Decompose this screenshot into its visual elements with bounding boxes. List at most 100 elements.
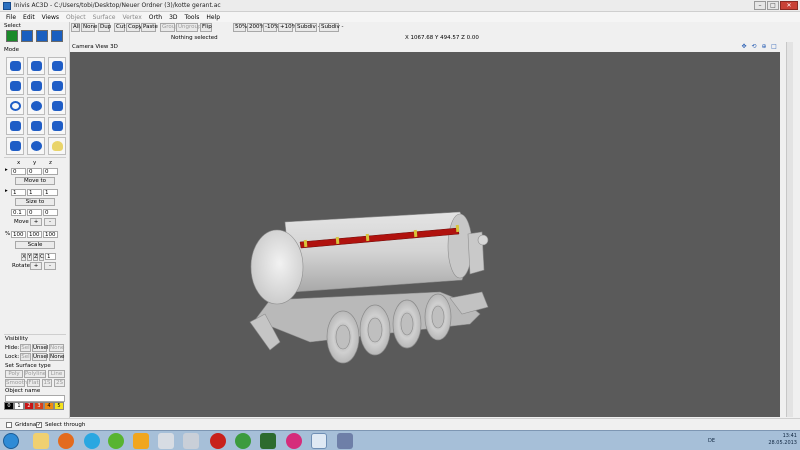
group-button[interactable]: Group [160, 23, 179, 32]
rotate-axis-c[interactable]: C [39, 253, 44, 261]
surface-flat-button[interactable]: Flat [27, 379, 40, 387]
skype-icon[interactable] [84, 433, 100, 449]
move-to-button[interactable]: Move to [15, 177, 55, 185]
duplicate-button[interactable]: Dup [98, 23, 111, 32]
move-z-field[interactable]: 0 [43, 168, 58, 175]
mode-tool-box[interactable] [6, 117, 24, 135]
mode-tool-cube[interactable] [27, 117, 45, 135]
size-x-field[interactable]: 1 [11, 189, 26, 196]
palette-swatch-black[interactable]: 0 [4, 402, 14, 410]
zoom-minus-10-button[interactable]: -10% [263, 23, 279, 32]
scrollbar-track[interactable] [786, 42, 793, 417]
move-step-y-field[interactable]: 0 [27, 209, 42, 216]
select-all-button[interactable]: All [71, 23, 80, 32]
scale-x-field[interactable]: 100 [11, 231, 26, 238]
mode-tool-select[interactable] [6, 57, 24, 75]
zoom-200-button[interactable]: 200% [247, 23, 265, 32]
rotate-axis-y[interactable]: Y [27, 253, 32, 261]
select-none-button[interactable]: None [81, 23, 97, 32]
select-through-checkbox[interactable]: ✓ [36, 422, 42, 428]
paste-button[interactable]: Paste [141, 23, 158, 32]
mode-tool-disk[interactable] [27, 97, 45, 115]
zoom-50-button[interactable]: 50% [233, 23, 247, 32]
ungroup-button[interactable]: Ungroup [176, 23, 202, 32]
gpu-icon[interactable] [260, 433, 276, 449]
surface-polyline-button[interactable]: Polyline [24, 370, 46, 378]
tool-icon[interactable] [183, 433, 199, 449]
minimize-button[interactable]: – [754, 1, 766, 10]
copy-button[interactable]: Copy [126, 23, 142, 32]
rotate-axis-z[interactable]: Z [33, 253, 38, 261]
maximize-button[interactable]: □ [767, 1, 779, 10]
hide-sel-button[interactable]: Sel [20, 344, 31, 352]
mode-tool-spline[interactable] [48, 77, 66, 95]
zoom-view-icon[interactable]: ⊕ [760, 43, 768, 51]
firefox-icon[interactable] [58, 433, 74, 449]
flip-button[interactable]: Flip [200, 23, 212, 32]
palette-swatch-yellow[interactable]: 5 [54, 402, 64, 410]
size-y-field[interactable]: 1 [27, 189, 42, 196]
torrent-icon[interactable] [108, 433, 124, 449]
move-y-field[interactable]: 0 [27, 168, 42, 175]
menu-help[interactable]: Help [206, 14, 220, 21]
mode-tool-sphere[interactable] [27, 137, 45, 155]
lock-none-button[interactable]: None [49, 353, 64, 361]
menu-file[interactable]: File [6, 14, 16, 21]
palette-swatch-darkorange[interactable]: 3 [34, 402, 44, 410]
size-to-button[interactable]: Size to [15, 198, 55, 206]
mode-tool-rotate[interactable] [27, 57, 45, 75]
select-surface-button[interactable] [36, 30, 48, 42]
cut-button[interactable]: Cut [114, 23, 125, 32]
subdiv-plus-button[interactable]: Subdiv + [295, 23, 322, 32]
app-red-icon[interactable] [210, 433, 226, 449]
surface-poly-button[interactable]: Poly [5, 370, 23, 378]
chrome-icon[interactable] [235, 433, 251, 449]
mode-tool-poly[interactable] [6, 77, 24, 95]
rotate-minus-button[interactable]: - [44, 262, 56, 270]
system-clock[interactable]: 13:41 28.05.2013 [768, 433, 797, 447]
document-icon[interactable] [337, 433, 353, 449]
rotate-axis-x[interactable]: X [21, 253, 26, 261]
menu-views[interactable]: Views [42, 14, 59, 21]
move-minus-button[interactable]: - [44, 218, 56, 226]
mode-tool-cylinder[interactable] [48, 117, 66, 135]
surface-line-button[interactable]: Line [48, 370, 65, 378]
lock-unsel-button[interactable]: Unsel [32, 353, 48, 361]
gridsnap-checkbox[interactable] [6, 422, 12, 428]
mode-tool-rectangle[interactable] [48, 97, 66, 115]
menu-3d[interactable]: 3D [169, 14, 177, 21]
surface-1s-button[interactable]: 1S [42, 379, 52, 387]
rotate-angle-field[interactable]: 1 [45, 253, 56, 260]
ac3d-taskbar-icon[interactable] [311, 433, 327, 449]
palette-swatch-red[interactable]: 2 [24, 402, 34, 410]
menu-edit[interactable]: Edit [23, 14, 35, 21]
scale-button[interactable]: Scale [15, 241, 55, 249]
maximize-view-icon[interactable]: □ [770, 43, 778, 51]
menu-vertex[interactable]: Vertex [122, 14, 141, 21]
move-step-x-field[interactable]: 0.1 [11, 209, 26, 216]
language-indicator[interactable]: DE [708, 438, 715, 444]
explorer-icon[interactable] [33, 433, 49, 449]
move-x-field[interactable]: 0 [11, 168, 26, 175]
menu-tools[interactable]: Tools [185, 14, 200, 21]
media-app-icon[interactable] [286, 433, 302, 449]
select-object-button[interactable] [21, 30, 33, 42]
rotate-view-icon[interactable]: ⟲ [750, 43, 758, 51]
surface-smooth-button[interactable]: Smooth [5, 379, 27, 387]
mode-tool-circle[interactable] [6, 97, 24, 115]
menu-surface[interactable]: Surface [93, 14, 116, 21]
scale-z-field[interactable]: 100 [43, 231, 58, 238]
right-scrollbar[interactable] [780, 42, 800, 417]
move-plus-button[interactable]: + [30, 218, 42, 226]
mode-tool-mesh[interactable] [6, 137, 24, 155]
lock-sel-button[interactable]: Sel [20, 353, 31, 361]
size-z-field[interactable]: 1 [43, 189, 58, 196]
scale-y-field[interactable]: 100 [27, 231, 42, 238]
menu-orth[interactable]: Orth [149, 14, 162, 21]
start-button[interactable] [3, 433, 19, 449]
mode-tool-light[interactable] [48, 137, 66, 155]
hide-unsel-button[interactable]: Unsel [32, 344, 48, 352]
palette-swatch-white[interactable]: 1 [14, 402, 24, 410]
zoom-plus-10-button[interactable]: +10% [278, 23, 297, 32]
move-step-z-field[interactable]: 0 [43, 209, 58, 216]
